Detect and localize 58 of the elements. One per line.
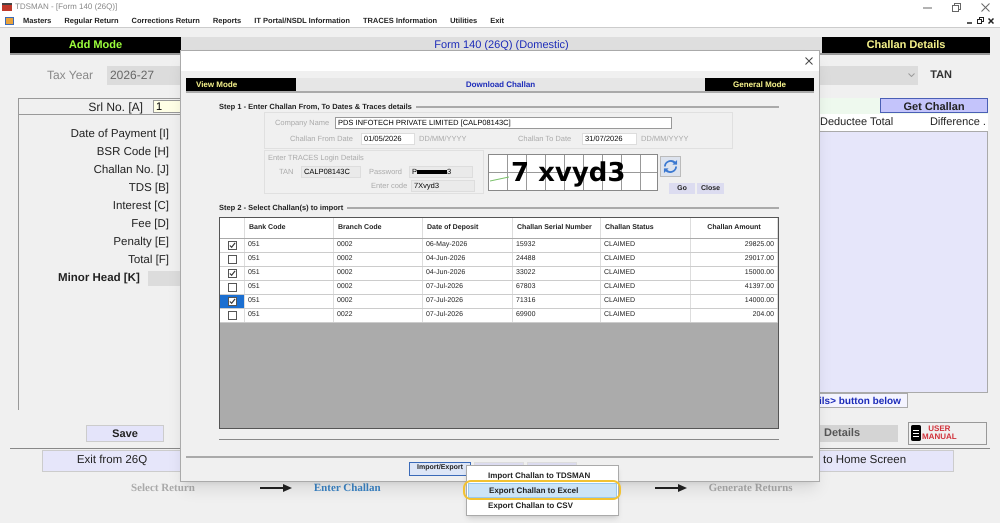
- field-label: Minor Head [K]: [58, 271, 140, 286]
- noise-line: [490, 176, 509, 182]
- close-icon[interactable]: [805, 57, 813, 65]
- dialog-title: Download Challan: [296, 78, 705, 91]
- step-label: Generate Returns: [708, 480, 793, 496]
- minor-head-field[interactable]: [148, 271, 181, 286]
- field-label: Interest [C]: [112, 199, 169, 214]
- close-icon[interactable]: [988, 18, 994, 24]
- field-label: Fee [D]: [131, 217, 169, 232]
- captcha-text: 7 xvyd3: [511, 157, 626, 190]
- refresh-button[interactable]: [660, 156, 681, 178]
- column-header: Difference .: [930, 115, 986, 130]
- menu-item[interactable]: Import Challan to TDSMAN: [468, 468, 617, 483]
- refresh-icon: [663, 159, 678, 174]
- arrow-icon: [260, 484, 292, 492]
- checkbox[interactable]: [228, 254, 236, 264]
- menu-item[interactable]: Export Challan to CSV: [468, 498, 617, 513]
- window-title: TDSMAN - [Form 140 (26Q)]: [15, 1, 118, 13]
- book-icon: [911, 425, 921, 441]
- panel-title: Challan Details: [822, 37, 990, 53]
- manual-label: MANUAL: [922, 433, 957, 441]
- tax-year-field[interactable]: 2026-27: [107, 66, 180, 84]
- redaction-bar: [417, 170, 448, 174]
- checkbox[interactable]: [228, 268, 236, 278]
- tax-year-label: Tax Year: [47, 67, 94, 84]
- home-screen-button[interactable]: to Home Screen: [818, 450, 954, 472]
- menu-icon[interactable]: [5, 16, 14, 24]
- mode-label: General Mode: [705, 78, 814, 91]
- field-label: Penalty [E]: [113, 235, 169, 250]
- save-button[interactable]: Save: [86, 424, 164, 442]
- menu-item[interactable]: Export Challan to Excel: [468, 483, 617, 498]
- field-label: Challan No. [J]: [94, 163, 169, 178]
- srl-field[interactable]: 1: [153, 100, 181, 113]
- checkbox[interactable]: [228, 282, 236, 292]
- dropdown-field[interactable]: [820, 66, 918, 84]
- checkbox[interactable]: [228, 296, 236, 306]
- tan-label: TAN: [930, 68, 952, 83]
- column-header: Deductee Total: [820, 115, 894, 130]
- field-label: TDS [B]: [128, 181, 169, 196]
- mode-label: Add Mode: [10, 37, 181, 53]
- restore-icon[interactable]: [977, 17, 984, 24]
- arrow-icon: [654, 484, 687, 492]
- app-icon: [2, 3, 12, 11]
- user-manual-button[interactable]: USER MANUAL: [908, 422, 987, 444]
- field-label: Srl No. [A]: [88, 98, 143, 116]
- manual-label: USER: [927, 425, 952, 433]
- details-button[interactable]: Details: [818, 424, 898, 442]
- field-label: Total [F]: [128, 253, 169, 268]
- get-challan-button[interactable]: Get Challan: [880, 98, 988, 113]
- checkbox[interactable]: [228, 310, 236, 320]
- step-label: Enter Challan: [314, 480, 381, 496]
- mode-label: View Mode: [186, 78, 296, 91]
- field-label: BSR Code [H]: [96, 145, 169, 160]
- checkbox[interactable]: [228, 240, 236, 250]
- exit-form-button[interactable]: Exit from 26Q: [42, 450, 182, 472]
- chevron-icon: [908, 73, 916, 77]
- field-label: Date of Payment [I]: [70, 127, 169, 142]
- step-label: Select Return: [131, 480, 195, 496]
